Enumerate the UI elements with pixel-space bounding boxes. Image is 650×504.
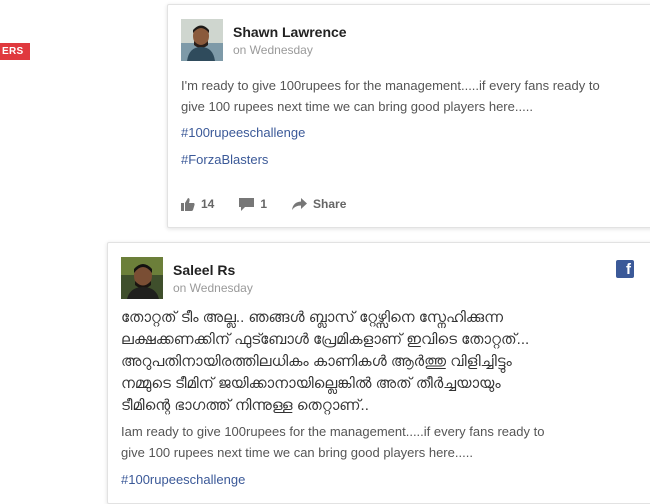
post-text-line: I'm ready to give 100rupees for the mana… bbox=[181, 78, 600, 93]
post-text-line: Iam ready to give 100rupees for the mana… bbox=[121, 424, 545, 439]
post-author[interactable]: Saleel Rs bbox=[173, 262, 235, 278]
post-author[interactable]: Shawn Lawrence bbox=[233, 24, 347, 40]
like-button[interactable]: 14 bbox=[181, 197, 214, 211]
post-text-line: ടീമിന്റെ ഭാഗത്ത് നിന്നുള്ള തെറ്റാണ്.. bbox=[121, 397, 369, 414]
hashtag-link[interactable]: #100rupeeschallenge bbox=[181, 125, 305, 140]
post-text-line: തോറ്റത് ടീം അല്ല.. ഞങ്ങൾ ബ്ലാസ് റ്റേഴ്സി… bbox=[121, 309, 504, 326]
share-button[interactable]: Share bbox=[292, 197, 346, 211]
comment-button[interactable]: 1 bbox=[239, 197, 267, 211]
post-text-malayalam: തോറ്റത് ടീം അല്ല.. ഞങ്ങൾ ബ്ലാസ് റ്റേഴ്സി… bbox=[121, 307, 529, 417]
thumbs-up-icon bbox=[181, 197, 195, 211]
post-text-line: നമ്മുടെ ടീമിന് ജയിക്കാനായില്ലെങ്കിൽ അത് … bbox=[121, 375, 501, 392]
hashtag-link[interactable]: #ForzaBlasters bbox=[181, 152, 268, 167]
facebook-icon[interactable]: f bbox=[616, 260, 634, 278]
post-timestamp[interactable]: on Wednesday bbox=[233, 43, 313, 57]
post-text-line: ലക്ഷക്കണക്കിന് ഫുട്ബോൾ പ്രേമികളാണ് ഇവിടെ… bbox=[121, 331, 530, 348]
category-tag[interactable]: ERS bbox=[0, 43, 30, 60]
post-actions: 14 1 Share bbox=[181, 197, 371, 211]
comment-icon bbox=[239, 197, 255, 211]
post-card: Shawn Lawrence on Wednesday I'm ready to… bbox=[167, 4, 650, 228]
post-card: Saleel Rs on Wednesday f തോറ്റത് ടീം അല്… bbox=[107, 242, 650, 504]
post-text-line: give 100 rupees next time we can bring g… bbox=[121, 445, 473, 460]
post-timestamp[interactable]: on Wednesday bbox=[173, 281, 253, 295]
comment-count: 1 bbox=[260, 197, 268, 211]
share-arrow-icon bbox=[292, 198, 308, 210]
post-text-line: give 100 rupees next time we can bring g… bbox=[181, 99, 533, 114]
avatar[interactable] bbox=[121, 257, 163, 299]
post-text-line: അറുപതിനായിരത്തിലധികം കാണികൾ ആർത്തു വിളിച… bbox=[121, 353, 512, 370]
share-label: Share bbox=[313, 197, 347, 211]
post-text: I'm ready to give 100rupees for the mana… bbox=[181, 75, 600, 117]
post-text: Iam ready to give 100rupees for the mana… bbox=[121, 421, 544, 463]
hashtag-link[interactable]: #100rupeeschallenge bbox=[121, 472, 245, 487]
like-count: 14 bbox=[201, 197, 215, 211]
avatar[interactable] bbox=[181, 19, 223, 61]
